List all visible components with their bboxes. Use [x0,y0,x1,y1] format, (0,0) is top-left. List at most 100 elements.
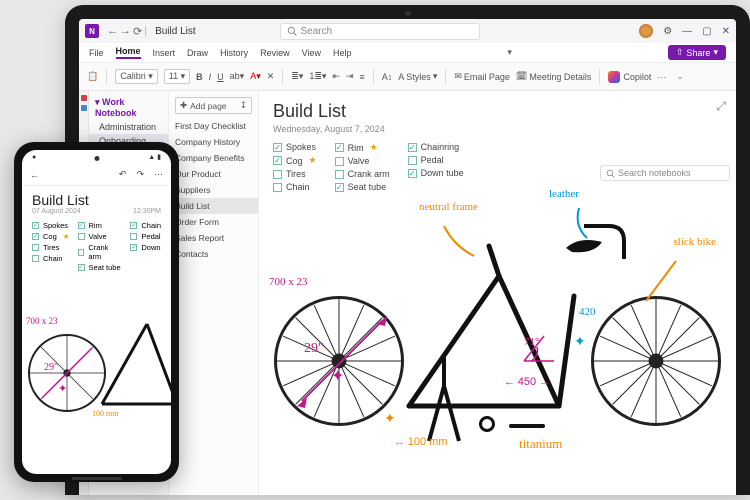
page-item[interactable]: Build List [169,198,258,214]
user-avatar[interactable] [639,24,653,38]
checklist-item[interactable]: Down [130,243,161,252]
tab-draw[interactable]: Draw [187,48,208,58]
search-notebooks-input[interactable]: Search notebooks [600,165,730,181]
font-family-select[interactable]: Calibri ▾ [115,69,158,84]
page-item[interactable]: Our Product [169,166,258,182]
email-page-button[interactable]: ✉ Email Page [454,71,510,82]
meeting-details-button[interactable]: 🗓 Meeting Details [516,71,591,82]
heading-button[interactable]: A↕ [382,72,393,82]
share-button[interactable]: ⇧ Share ▾ [668,45,726,60]
checklist-item[interactable]: Chain [130,221,161,230]
checkbox-icon[interactable] [273,143,282,152]
ribbon-chevron-icon[interactable]: ⌄ [676,71,684,82]
section-administration[interactable]: Administration [89,120,168,134]
copilot-button[interactable]: Copilot [608,71,651,83]
phone-menu-icon[interactable]: ⋯ [154,169,163,180]
checkbox-icon[interactable] [32,233,39,240]
tab-help[interactable]: Help [333,48,352,58]
checkbox-icon[interactable] [130,222,137,229]
checklist-label: Tires [43,243,59,252]
undo-icon[interactable]: ↶ [119,169,127,180]
align-button[interactable]: ≡ [360,72,365,82]
checklist-item[interactable]: Cog★ [32,232,70,241]
tab-file[interactable]: File [89,48,104,58]
checklist-item[interactable]: Chain [32,254,70,263]
overflow-icon[interactable]: ▾ [507,47,512,58]
tab-insert[interactable]: Insert [153,48,176,58]
more-button[interactable]: ··· [657,72,666,82]
checkbox-icon[interactable] [130,244,137,251]
checklist-item[interactable]: Seat tube [78,263,123,272]
checklist-item[interactable]: Valve [78,232,123,241]
phone-ink-size: 700 x 23 [26,316,58,326]
italic-button[interactable]: I [209,72,212,82]
checklist-item[interactable]: Tires [32,243,70,252]
page-item[interactable]: Suppliers [169,182,258,198]
checklist-item[interactable]: Crank arm [78,243,123,261]
checklist-item[interactable]: Pedal [130,232,161,241]
phone-bike-sketch: 700 x 23 29" 100 mm ✦ [22,274,171,474]
checkbox-icon[interactable] [78,233,85,240]
highlight-button[interactable]: ab▾ [230,71,245,82]
checkbox-icon[interactable] [130,233,137,240]
forward-icon[interactable]: → [120,25,131,38]
page-item[interactable]: Order Form [169,214,258,230]
tab-home[interactable]: Home [116,46,141,59]
expand-icon[interactable]: ⤢ [716,99,726,114]
search-input[interactable]: Search [280,23,480,40]
section-color-swatch[interactable] [81,105,87,111]
checklist-item[interactable]: Cog★ [273,155,317,166]
checklist-item[interactable]: Pedal [408,155,464,165]
checkbox-icon[interactable] [32,255,39,262]
clear-format-button[interactable]: ✕ [267,71,275,82]
checklist-item[interactable]: Rim [78,221,123,230]
font-color-button[interactable]: A▾ [250,71,261,82]
section-color-swatch[interactable] [81,95,87,101]
paste-icon[interactable]: 📋 [87,71,98,82]
checkbox-icon[interactable] [408,156,417,165]
checkbox-icon[interactable] [335,143,344,152]
sync-icon[interactable]: ⟳ [133,25,142,38]
checkbox-icon[interactable] [32,244,39,251]
page-item[interactable]: Company Benefits [169,150,258,166]
checkbox-icon[interactable] [408,143,417,152]
outdent-button[interactable]: ⇤ [332,71,340,82]
page-item[interactable]: Sales Report [169,230,258,246]
close-icon[interactable]: ✕ [722,26,730,37]
redo-icon[interactable]: ↷ [136,169,144,180]
checkbox-icon[interactable] [78,222,85,229]
app-icon[interactable]: N [85,24,99,38]
page-item[interactable]: First Day Checklist [169,118,258,134]
numbering-button[interactable]: 1≣▾ [309,71,326,82]
notebook-title[interactable]: ▾ Work Notebook [89,95,168,120]
checkbox-icon[interactable] [78,264,85,271]
checklist-item[interactable]: Chainring [408,142,464,152]
checklist-item[interactable]: Rim★ [335,142,390,153]
checkbox-icon[interactable] [32,222,39,229]
back-icon[interactable]: ← [30,170,39,180]
page-item[interactable]: Contacts [169,246,258,262]
nav-arrows: ← → ⟳ | [107,25,147,38]
checkbox-icon[interactable] [273,156,282,165]
checkbox-icon[interactable] [78,249,85,256]
settings-icon[interactable]: ⚙ [663,26,672,37]
font-size-select[interactable]: 11 ▾ [164,69,190,84]
indent-button[interactable]: ⇥ [346,71,354,82]
styles-button[interactable]: A Styles▾ [398,71,437,82]
tab-history[interactable]: History [220,48,248,58]
tab-review[interactable]: Review [260,48,290,58]
checklist-item[interactable]: Valve [335,156,390,166]
checklist-item[interactable]: Spokes [273,142,317,152]
back-icon[interactable]: ← [107,25,118,38]
underline-button[interactable]: U [217,72,224,82]
bold-button[interactable]: B [196,72,203,82]
checkbox-icon[interactable] [335,157,344,166]
checklist-item[interactable]: Spokes [32,221,70,230]
bullets-button[interactable]: ≣▾ [291,71,303,82]
add-page-button[interactable]: ✚ Add page↧ [175,97,252,114]
page-item[interactable]: Company History [169,134,258,150]
tab-view[interactable]: View [302,48,321,58]
maximize-icon[interactable]: ▢ [702,26,711,37]
minimize-icon[interactable]: — [682,26,692,37]
note-canvas[interactable]: ⤢ Build List Wednesday, August 7, 2024 S… [259,91,736,495]
